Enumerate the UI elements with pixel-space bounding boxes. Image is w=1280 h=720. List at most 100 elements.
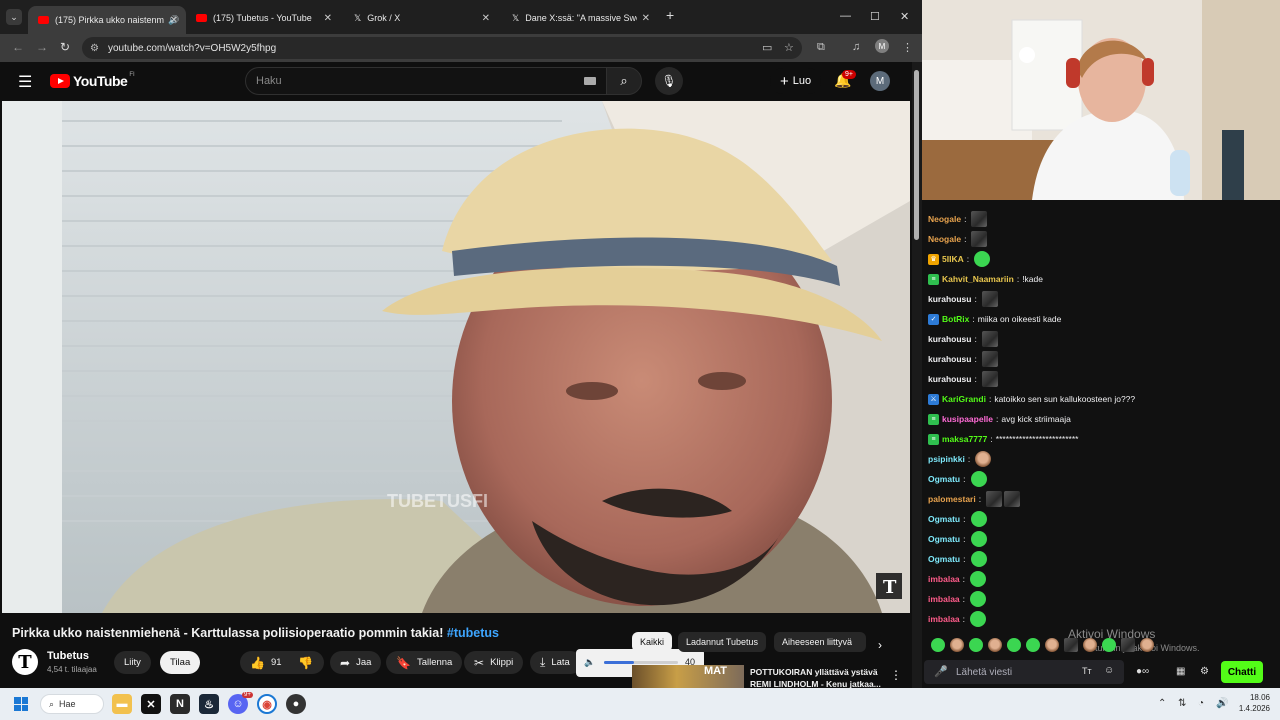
chat-username[interactable]: imbalaa bbox=[928, 574, 960, 584]
chat-username[interactable]: 5IIKA bbox=[942, 254, 964, 264]
emote-icon[interactable] bbox=[975, 451, 992, 467]
url-field[interactable]: ⚙ youtube.com/watch?v=OH5W2y5fhpg bbox=[82, 37, 802, 59]
share-button[interactable]: ➦ Jaa bbox=[330, 651, 382, 674]
chip-related[interactable]: Aiheeseen liittyvä bbox=[774, 632, 866, 652]
channel-avatar[interactable]: T bbox=[12, 649, 38, 675]
download-button[interactable]: ⤓ Lata bbox=[530, 651, 582, 674]
chrome-icon[interactable]: ◉ bbox=[257, 694, 277, 714]
emote-icon[interactable] bbox=[1064, 638, 1078, 652]
emote-icon[interactable] bbox=[970, 551, 987, 567]
tab-grok[interactable]: 𝕏 Grok / X ✕ bbox=[344, 6, 498, 30]
emote-icon[interactable] bbox=[950, 638, 964, 652]
recommended-title[interactable]: POTTUKOIRAN yllättävä ystävä REMI LINDHO… bbox=[750, 666, 890, 690]
tab-youtube-video[interactable]: (175) Pirkka ukko naistenm 🔊 ✕ bbox=[28, 6, 186, 34]
emote-icon[interactable] bbox=[981, 351, 998, 367]
menu-icon[interactable]: ☰ bbox=[18, 72, 32, 92]
chat-username[interactable]: Ogmatu bbox=[928, 514, 960, 524]
reload-icon[interactable]: ↻ bbox=[60, 40, 70, 54]
more-options-icon[interactable]: ⋮ bbox=[890, 668, 902, 682]
steam-icon[interactable]: ♨ bbox=[199, 694, 219, 714]
emote-icon[interactable] bbox=[931, 638, 945, 652]
settings-gear-icon[interactable]: ⚙ bbox=[1200, 666, 1209, 677]
join-button[interactable]: Liity bbox=[114, 651, 151, 674]
emote-icon[interactable] bbox=[1102, 638, 1116, 652]
chat-username[interactable]: Kahvit_Naamariin bbox=[942, 274, 1014, 284]
browser-menu-icon[interactable]: ⋮ bbox=[902, 41, 913, 54]
emote-icon[interactable] bbox=[970, 591, 987, 607]
close-tab-icon[interactable]: ✕ bbox=[324, 13, 332, 24]
emote-icon[interactable] bbox=[970, 611, 987, 627]
subscribe-button[interactable]: Tilaa bbox=[160, 651, 201, 674]
chat-username[interactable]: maksa7777 bbox=[942, 434, 987, 444]
emote-icon[interactable] bbox=[986, 491, 1003, 507]
chip-uploaded-by[interactable]: Ladannut Tubetus bbox=[678, 632, 767, 652]
emote-icon[interactable] bbox=[981, 291, 998, 307]
emote-icon[interactable] bbox=[970, 471, 987, 487]
volume-icon[interactable]: 🔊 bbox=[1216, 698, 1228, 709]
extensions-icon[interactable]: ⧉ bbox=[817, 41, 825, 54]
emote-icon[interactable] bbox=[971, 211, 988, 227]
chat-username[interactable]: KariGrandi bbox=[942, 394, 986, 404]
capcut-icon[interactable]: ✕ bbox=[141, 694, 161, 714]
chat-username[interactable]: imbalaa bbox=[928, 614, 960, 624]
chat-username[interactable]: kurahousu bbox=[928, 354, 971, 364]
chat-username[interactable]: Ogmatu bbox=[928, 534, 960, 544]
emote-icon[interactable] bbox=[1045, 638, 1059, 652]
close-window-icon[interactable]: ✕ bbox=[900, 10, 909, 23]
emote-icon[interactable] bbox=[1140, 638, 1154, 652]
close-tab-icon[interactable]: ✕ bbox=[482, 13, 490, 24]
chat-message-input[interactable]: 🎤 Lähetä viesti Tт ☺ bbox=[924, 660, 1124, 684]
page-scrollbar-thumb[interactable] bbox=[914, 70, 919, 240]
browser-profile-avatar[interactable]: M bbox=[875, 39, 889, 53]
store-icon[interactable]: ▦ bbox=[1176, 666, 1185, 677]
chat-username[interactable]: kurahousu bbox=[928, 294, 971, 304]
account-avatar[interactable]: M bbox=[870, 71, 890, 91]
create-button[interactable]: + Luo bbox=[770, 68, 822, 94]
emote-icon[interactable] bbox=[1007, 638, 1021, 652]
voice-search-button[interactable]: 🎙 bbox=[655, 67, 683, 95]
emote-icon[interactable] bbox=[981, 331, 998, 347]
obs-icon[interactable]: N bbox=[170, 694, 190, 714]
emote-icon[interactable] bbox=[988, 638, 1002, 652]
chat-username[interactable]: BotRix bbox=[942, 314, 969, 324]
video-player[interactable]: TUBETUSFI T bbox=[2, 101, 910, 613]
app-icon[interactable]: ● bbox=[286, 694, 306, 714]
windows-start-icon[interactable] bbox=[14, 697, 28, 711]
hashtag-link[interactable]: #tubetus bbox=[447, 626, 499, 640]
back-icon[interactable]: ← bbox=[12, 40, 24, 54]
points-icon[interactable]: ●∞ bbox=[1136, 666, 1149, 677]
maximize-icon[interactable]: ☐ bbox=[870, 10, 880, 23]
microphone-icon[interactable]: 🎤 bbox=[934, 665, 948, 678]
emoji-picker-icon[interactable]: ☺ bbox=[1104, 665, 1114, 676]
emote-icon[interactable] bbox=[1026, 638, 1040, 652]
emote-icon[interactable] bbox=[970, 531, 987, 547]
emote-icon[interactable] bbox=[969, 638, 983, 652]
new-tab-button[interactable]: + bbox=[666, 7, 674, 23]
tab-tubetus[interactable]: (175) Tubetus - YouTube ✕ bbox=[186, 6, 340, 30]
chat-username[interactable]: palomestari bbox=[928, 494, 976, 504]
search-input[interactable]: Haku bbox=[245, 67, 607, 95]
bookmark-star-icon[interactable]: ☆ bbox=[784, 41, 794, 54]
chat-username[interactable]: Ogmatu bbox=[928, 554, 960, 564]
forward-icon[interactable]: → bbox=[36, 40, 48, 54]
tray-overflow-icon[interactable]: ⌃ bbox=[1158, 698, 1166, 709]
emote-icon[interactable] bbox=[1004, 491, 1021, 507]
taskbar-search[interactable]: ⌕ Hae bbox=[40, 694, 104, 714]
chat-username[interactable]: Neogale bbox=[928, 214, 961, 224]
emote-icon[interactable] bbox=[970, 511, 987, 527]
close-tab-icon[interactable]: ✕ bbox=[642, 13, 650, 24]
emote-icon[interactable] bbox=[970, 571, 987, 587]
site-info-icon[interactable]: ⚙ bbox=[90, 43, 99, 54]
emote-icon[interactable] bbox=[971, 231, 988, 247]
network-icon[interactable]: ⇅ bbox=[1178, 698, 1186, 709]
like-button[interactable]: 👍 91 bbox=[240, 651, 288, 674]
dislike-button[interactable]: 👎 bbox=[288, 651, 324, 674]
chat-username[interactable]: Neogale bbox=[928, 234, 961, 244]
channel-name[interactable]: Tubetus bbox=[47, 650, 89, 662]
save-button[interactable]: 🔖 Tallenna bbox=[386, 651, 463, 674]
chat-username[interactable]: kurahousu bbox=[928, 374, 971, 384]
chat-username[interactable]: Ogmatu bbox=[928, 474, 960, 484]
emote-icon[interactable] bbox=[981, 371, 998, 387]
chat-username[interactable]: kusipaapelle bbox=[942, 414, 993, 424]
tab-dane[interactable]: 𝕏 Dane X:ssä: "A massive Swedish ✕ bbox=[502, 6, 658, 30]
